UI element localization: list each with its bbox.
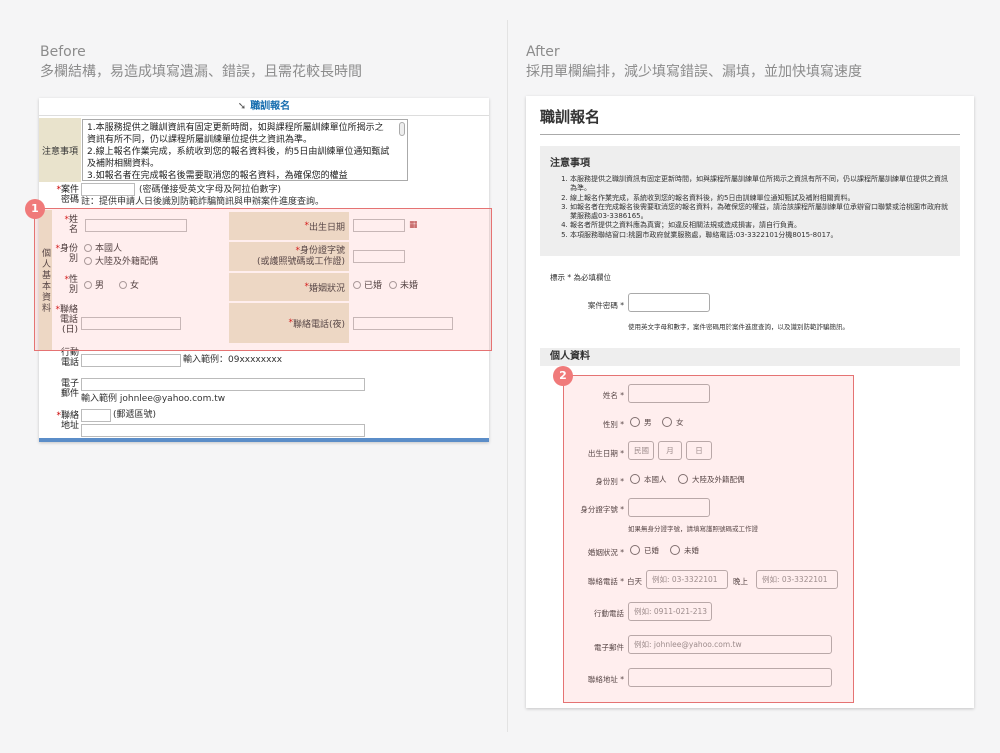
old-case-label: *案件 密碼 <box>56 185 79 205</box>
new-notice-list: 本服務提供之職訓資訊有固定更新時間，如與課程所屬訓練單位所揭示之資訊有所不同，仍… <box>550 175 950 240</box>
badge-1: 1 <box>25 199 45 219</box>
old-mobile-label: 行動 電話 <box>60 348 79 368</box>
old-email-input[interactable] <box>81 378 365 391</box>
title-divider <box>540 134 960 135</box>
old-addr-label: *聯絡 地址 <box>56 411 79 431</box>
old-case-password-input[interactable] <box>81 183 135 196</box>
old-notice-line-1: 1.本服務提供之職訓資訊有固定更新時間，如與課程所屬訓練單位所揭示之資訊有所不同… <box>87 123 384 145</box>
highlight-box-2 <box>563 375 854 703</box>
new-notice-panel: 注意事項 本服務提供之職訓資訊有固定更新時間，如與課程所屬訓練單位所揭示之資訊有… <box>540 146 960 256</box>
old-notice-line-3: 3.如報名者在完成報名後需要取消您的報名資料，為確保您的權益 <box>87 171 348 181</box>
before-subheading: 多欄結構，易造成填寫遺漏、錯誤，且需花較長時間 <box>40 64 362 80</box>
after-subheading: 採用單欄編排，減少填寫錯誤、漏填，並加快填寫速度 <box>526 64 862 80</box>
old-mobile-hint: 輸入範例：09xxxxxxxx <box>183 355 283 365</box>
old-zip-input[interactable] <box>81 409 111 422</box>
after-column-title: After 採用單欄編排，減少填寫錯誤、漏填，並加快填寫速度 <box>526 42 862 82</box>
old-bottom-bar <box>39 438 489 442</box>
old-addr-input[interactable] <box>81 424 365 437</box>
notice-item: 本項服務聯絡窗口:桃園市政府就業服務處，聯絡電話:03-3322101分機801… <box>570 231 950 240</box>
old-notice-textarea[interactable]: 1.本服務提供之職訓資訊有固定更新時間，如與課程所屬訓練單位所揭示之資訊有所不同… <box>82 119 408 181</box>
old-case-note: 註：提供申請人日後識別防範詐騙簡訊與申辦案件進度查詢。 <box>81 197 325 207</box>
highlight-box-1 <box>34 208 492 351</box>
old-email-hint: 輸入範例 johnlee@yahoo.com.tw <box>81 394 226 404</box>
cursor-icon: ➘ <box>237 101 247 112</box>
case-password-input[interactable] <box>628 293 710 312</box>
badge-2: 2 <box>553 366 573 386</box>
old-notice-label: 注意事項 <box>39 118 81 182</box>
personal-section-title: 個人資料 <box>540 348 960 366</box>
notice-item: 本服務提供之職訓資訊有固定更新時間，如與課程所屬訓練單位所揭示之資訊有所不同，仍… <box>570 175 950 194</box>
new-form-title: 職訓報名 <box>540 108 601 126</box>
old-notice-scrollbar[interactable] <box>399 122 405 136</box>
required-note: 標示 * 為必填欄位 <box>550 273 612 282</box>
before-heading: Before <box>40 44 86 60</box>
case-password-hint: 使用英文字母和數字，案件密碼用於案件進度查詢，以及識別防範詐騙簡訊。 <box>628 323 849 331</box>
new-notice-title: 注意事項 <box>550 158 590 169</box>
after-heading: After <box>526 44 560 60</box>
case-password-label: 案件密碼 * <box>587 301 624 310</box>
notice-item: 線上報名作業完成，系統收到您的報名資料後，約5日由訓練單位通知甄試及補附相關資料… <box>570 194 950 203</box>
old-case-hint: (密碼僅接受英文字母及阿拉伯數字) <box>139 185 282 195</box>
old-notice-line-2: 2.線上報名作業完成，系統收到您的報名資料後，約5日由訓練單位通知甄試及補附相關… <box>87 147 390 169</box>
notice-item: 報名者所提供之資料應為真實；如違反相關法規或造成損害，請自行負責。 <box>570 221 950 230</box>
notice-item: 如報名者在完成報名後需要取消您的報名資料，為確保您的權益，請洽該課程所屬訓練單位… <box>570 203 950 222</box>
old-email-label: 電子 郵件 <box>60 379 79 399</box>
old-zip-hint: (郵遞區號) <box>113 410 157 420</box>
old-form-title: 職訓報名 <box>250 101 291 112</box>
old-form-title-bar: ➘ 職訓報名 <box>39 98 489 116</box>
old-mobile-input[interactable] <box>81 354 181 367</box>
before-column-title: Before 多欄結構，易造成填寫遺漏、錯誤，且需花較長時間 <box>40 42 362 82</box>
column-divider <box>507 20 508 732</box>
